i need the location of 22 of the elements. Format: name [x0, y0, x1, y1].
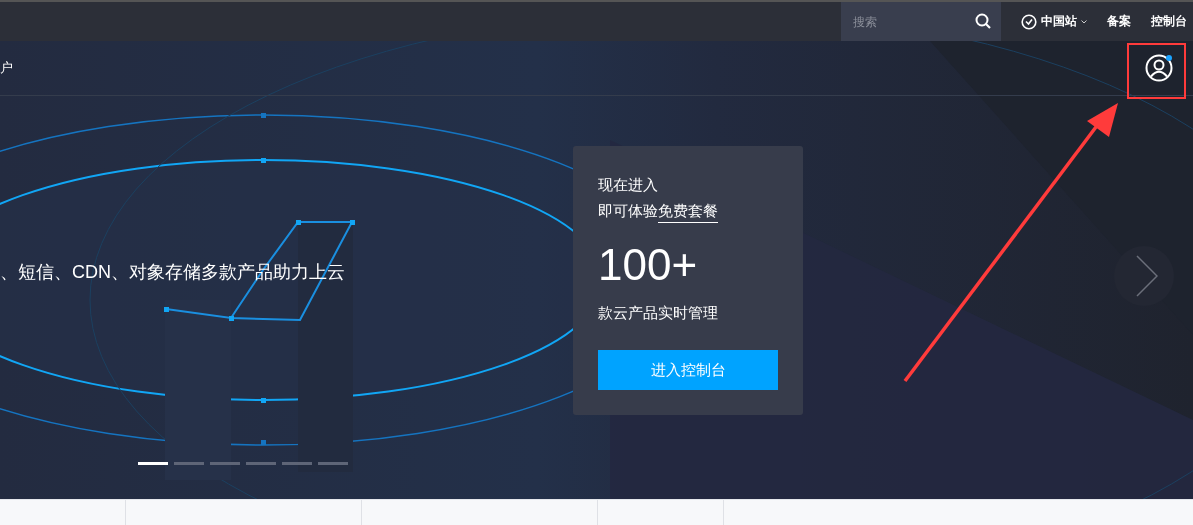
slide-indicator[interactable]: [210, 462, 240, 465]
search-field[interactable]: 搜索: [841, 2, 1001, 41]
caret-icon: [1081, 19, 1087, 24]
nav-link[interactable]: 户: [0, 59, 13, 77]
nav-link[interactable]: 控制台: [1151, 13, 1187, 30]
slide-indicator[interactable]: [246, 462, 276, 465]
search-icon[interactable]: [975, 13, 991, 29]
product-count: 100+: [598, 240, 699, 290]
slide-indicator[interactable]: [174, 462, 204, 465]
chevron-right-icon: [1136, 255, 1158, 297]
slide-indicator[interactable]: [282, 462, 312, 465]
region-selector[interactable]: 中国站: [1021, 13, 1087, 30]
slide-indicator[interactable]: [318, 462, 348, 465]
user-button[interactable]: [1145, 54, 1173, 82]
card-text: 即可体验: [598, 201, 658, 221]
highlight-frame: [1127, 43, 1186, 99]
card-text: 现在进入: [598, 175, 659, 195]
card-caption: 款云产品实时管理: [598, 303, 719, 323]
user-icon: [1145, 54, 1173, 82]
nav-link[interactable]: 备案: [1107, 13, 1131, 30]
slide-indicator[interactable]: [138, 462, 168, 465]
free-plan-link[interactable]: 免费套餐: [658, 198, 718, 223]
